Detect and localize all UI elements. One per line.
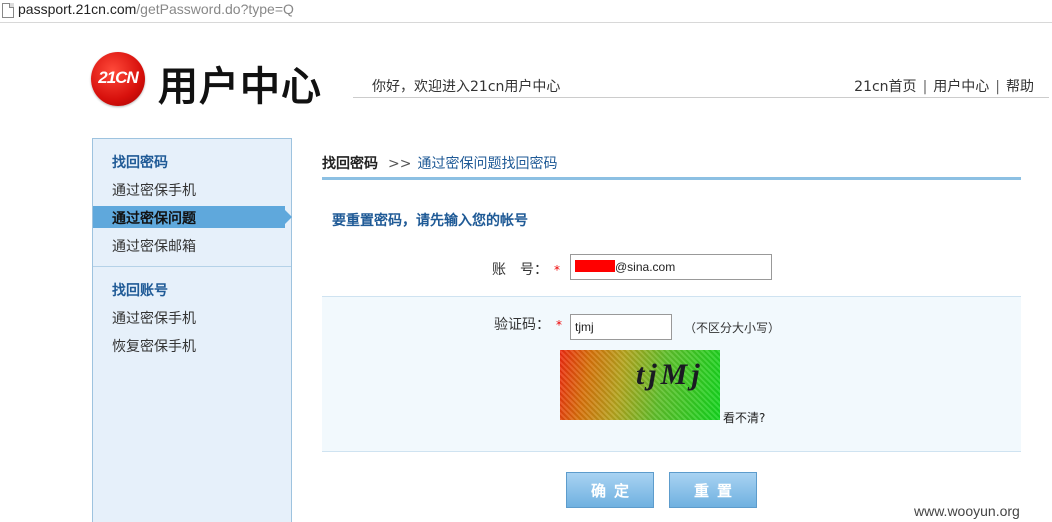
site-title: 用户中心 bbox=[158, 64, 322, 110]
header-divider bbox=[353, 97, 1049, 98]
account-input[interactable]: @sina.com bbox=[570, 254, 772, 280]
home-link[interactable]: 21cn首页 bbox=[854, 79, 916, 95]
page-icon bbox=[2, 3, 14, 18]
account-input-value: @sina.com bbox=[615, 260, 676, 274]
watermark: www.wooyun.org bbox=[914, 503, 1020, 519]
logo-text: 21CN bbox=[98, 68, 138, 87]
captcha-hint: （不区分大小写） bbox=[684, 321, 781, 335]
sidebar-item-recover-by-email[interactable]: 通过密保邮箱 bbox=[112, 236, 196, 256]
captcha-image-text: tjMj bbox=[636, 358, 704, 391]
account-label-text: 账 号： bbox=[492, 262, 548, 278]
sidebar-item-restore-phone[interactable]: 恢复密保手机 bbox=[112, 336, 196, 356]
captcha-label-text: 验证码： bbox=[494, 317, 550, 333]
sidebar-item-recover-by-phone[interactable]: 通过密保手机 bbox=[112, 180, 196, 200]
help-link[interactable]: 帮助 bbox=[1006, 79, 1034, 95]
sidebar-item-account-by-phone[interactable]: 通过密保手机 bbox=[112, 308, 196, 328]
url-text[interactable]: passport.21cn.com/getPassword.do?type=Q bbox=[18, 1, 294, 17]
sidebar-title-recover-account: 找回账号 bbox=[112, 283, 168, 299]
account-label: 账 号： * bbox=[492, 259, 560, 279]
captcha-input[interactable]: tjmj bbox=[570, 314, 672, 340]
breadcrumb: 找回密码 >> 通过密保问题找回密码 bbox=[322, 153, 557, 173]
sidebar-divider bbox=[93, 266, 291, 267]
captcha-image[interactable]: tjMj bbox=[560, 350, 720, 420]
required-mark: * bbox=[554, 263, 560, 277]
address-bar[interactable]: passport.21cn.com/getPassword.do?type=Q bbox=[0, 0, 1052, 23]
21cn-logo[interactable]: 21CN bbox=[91, 52, 145, 106]
redaction-block bbox=[575, 260, 615, 272]
breadcrumb-underline bbox=[322, 177, 1021, 180]
top-links: 21cn首页 | 用户中心 | 帮助 bbox=[854, 76, 1034, 96]
sidebar-title-recover-password: 找回密码 bbox=[112, 155, 168, 171]
section-title: 要重置密码，请先输入您的帐号 bbox=[332, 213, 528, 229]
link-separator: | bbox=[995, 79, 1000, 95]
user-center-link[interactable]: 用户中心 bbox=[933, 79, 989, 95]
url-path: /getPassword.do?type=Q bbox=[136, 1, 294, 17]
sidebar: 找回密码 通过密保手机 通过密保问题 通过密保邮箱 找回账号 通过密保手机 恢复… bbox=[92, 138, 292, 522]
captcha-label: 验证码： * bbox=[494, 314, 562, 334]
sidebar-item-recover-by-question[interactable]: 通过密保问题 bbox=[93, 206, 292, 228]
url-host: passport.21cn.com bbox=[18, 1, 137, 17]
refresh-captcha-link[interactable]: 看不清? bbox=[723, 409, 765, 426]
reset-button[interactable]: 重置 bbox=[669, 472, 757, 508]
sidebar-item-label: 通过密保问题 bbox=[112, 211, 196, 227]
confirm-button[interactable]: 确定 bbox=[566, 472, 654, 508]
welcome-text: 你好，欢迎进入21cn用户中心 bbox=[372, 79, 561, 95]
breadcrumb-sub: 通过密保问题找回密码 bbox=[417, 156, 558, 172]
link-separator: | bbox=[922, 79, 928, 95]
required-mark: * bbox=[556, 318, 562, 332]
breadcrumb-current: 找回密码 bbox=[322, 156, 378, 172]
breadcrumb-separator: >> bbox=[388, 156, 412, 172]
